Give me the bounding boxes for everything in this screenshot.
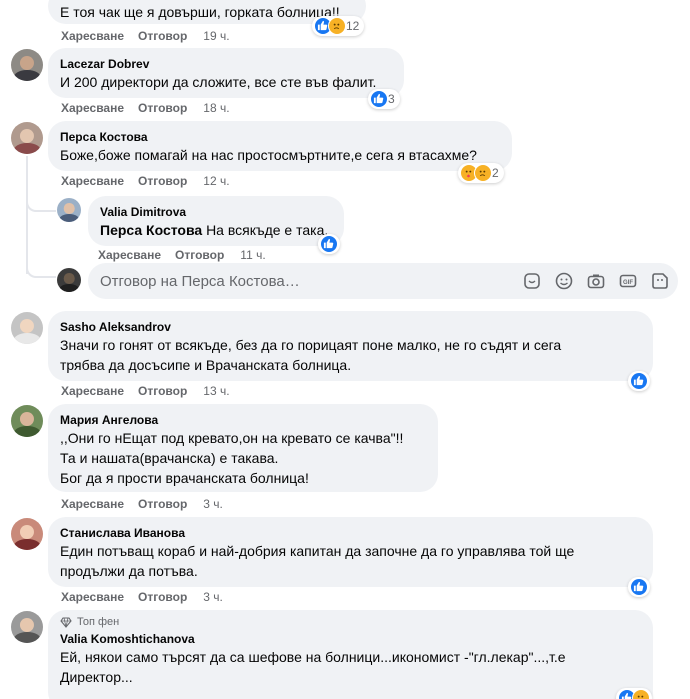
comment-actions: Харесване Отговор 18 ч.	[61, 100, 230, 116]
avatar-sticker-icon[interactable]	[650, 271, 670, 291]
comment-text: Директор...	[60, 669, 133, 685]
comment-actions: Харесване Отговор 11 ч.	[98, 247, 266, 263]
like-button[interactable]: Харесване	[61, 384, 124, 398]
comment-author[interactable]: Valia Dimitrova	[100, 204, 332, 220]
comment-author[interactable]: Мария Ангелова	[60, 412, 426, 428]
comment-text: трябва да досъсипе и Врачанската болница…	[60, 357, 352, 373]
like-icon	[370, 90, 388, 108]
reaction-summary[interactable]	[628, 577, 650, 597]
reply-button[interactable]: Отговор	[138, 497, 187, 511]
sticker-icon[interactable]	[522, 271, 542, 291]
comment-author[interactable]: Станислава Иванова	[60, 525, 641, 541]
comment-time[interactable]: 3 ч.	[203, 590, 223, 604]
like-button[interactable]: Харесване	[61, 497, 124, 511]
comment-text: Един потъващ кораб и най-добрия капитан …	[60, 543, 575, 559]
reply-button[interactable]: Отговор	[138, 590, 187, 604]
avatar[interactable]	[11, 405, 43, 437]
comment-text: продължи да потъва.	[60, 563, 198, 579]
diamond-icon	[60, 616, 72, 628]
comment-time[interactable]: 19 ч.	[203, 29, 229, 43]
thread-connector	[26, 190, 56, 212]
avatar[interactable]	[57, 268, 81, 292]
comment-time[interactable]: 12 ч.	[203, 174, 229, 188]
reaction-summary[interactable]: 3	[368, 89, 400, 109]
comment-bubble: Sasho Aleksandrov Значи го гонят от всяк…	[48, 311, 653, 381]
reaction-summary[interactable]: 12	[312, 16, 365, 36]
sad-icon	[328, 17, 346, 35]
sad-icon	[632, 689, 650, 699]
mention-link[interactable]: Перса Костова	[100, 222, 202, 238]
comment-author[interactable]: Lacezar Dobrev	[60, 56, 392, 72]
reply-button[interactable]: Отговор	[138, 101, 187, 115]
comment-bubble: Мария Ангелова ,,Они го нЕщат под креват…	[48, 404, 438, 492]
reaction-summary[interactable]	[318, 234, 340, 254]
like-button[interactable]: Харесване	[61, 590, 124, 604]
comment-text: Та и нашата(врачанска) е такава.	[60, 450, 279, 466]
comment-text: И 200 директори да сложите, все сте във …	[60, 74, 377, 90]
reaction-count: 3	[388, 92, 395, 106]
avatar[interactable]	[11, 518, 43, 550]
like-button[interactable]: Харесване	[61, 101, 124, 115]
top-fan-badge: Топ фен	[60, 616, 641, 628]
reply-placeholder: Отговор на Перса Костова…	[100, 272, 300, 290]
like-button[interactable]: Харесване	[61, 29, 124, 43]
reaction-summary[interactable]	[616, 688, 652, 699]
comment-time[interactable]: 18 ч.	[203, 101, 229, 115]
like-button[interactable]: Харесване	[61, 174, 124, 188]
avatar[interactable]	[57, 198, 81, 222]
avatar[interactable]	[11, 312, 43, 344]
reply-input[interactable]: Отговор на Перса Костова… GIF	[88, 263, 678, 299]
comment-author[interactable]: Valia Komoshtichanova	[60, 631, 641, 647]
comment-actions: Харесване Отговор 3 ч.	[61, 589, 223, 605]
comment-bubble: Lacezar Dobrev И 200 директори да сложит…	[48, 48, 404, 98]
comment-text: Значи го гонят от всякъде, без да го пор…	[60, 337, 562, 353]
sad-icon	[474, 164, 492, 182]
gif-icon[interactable]: GIF	[618, 271, 638, 291]
like-icon	[320, 235, 338, 253]
composer-icons: GIF	[522, 271, 670, 291]
comment-actions: Харесване Отговор 13 ч.	[61, 383, 230, 399]
comment-text: Боже,боже помагай на нас простосмъртните…	[60, 147, 477, 163]
comment-bubble: Перса Костова Боже,боже помагай на нас п…	[48, 121, 512, 171]
comment-time[interactable]: 13 ч.	[203, 384, 229, 398]
comment-actions: Харесване Отговор 12 ч.	[61, 173, 230, 189]
reaction-summary[interactable]: 2	[458, 163, 504, 183]
comment-time[interactable]: 11 ч.	[240, 248, 265, 262]
reaction-count: 12	[346, 19, 360, 33]
comment-bubble: Топ фен Valia Komoshtichanova Ей, някои …	[48, 610, 653, 699]
comment-actions: Харесване Отговор 3 ч.	[61, 496, 223, 512]
like-button[interactable]: Харесване	[98, 248, 161, 262]
thread-line	[26, 156, 28, 274]
badge-label: Топ фен	[77, 616, 120, 628]
reaction-count: 2	[492, 166, 499, 180]
comment-actions: Харесване Отговор 19 ч.	[61, 28, 230, 44]
avatar[interactable]	[11, 49, 43, 81]
comment-text: Бог да я прости врачанската болница!	[60, 470, 309, 486]
avatar[interactable]	[11, 122, 43, 154]
comment-text: Перса Костова На всякъде е така.	[100, 222, 329, 238]
reaction-summary[interactable]	[628, 371, 650, 391]
thread-connector	[26, 262, 56, 278]
comment-text: ,,Они го нЕщат под кревато,он на кревато…	[60, 430, 404, 446]
comment-time[interactable]: 3 ч.	[203, 497, 223, 511]
reply-bubble: Valia Dimitrova Перса Костова На всякъде…	[88, 196, 344, 246]
like-icon	[630, 578, 648, 596]
reply-button[interactable]: Отговор	[138, 174, 187, 188]
reply-button[interactable]: Отговор	[138, 384, 187, 398]
svg-text:GIF: GIF	[623, 280, 633, 286]
comment-author[interactable]: Sasho Aleksandrov	[60, 319, 641, 335]
avatar[interactable]	[11, 611, 43, 643]
comment-text: Ей, някои само търсят да са шефове на бо…	[60, 649, 566, 665]
comment-text: Е тоя чак ще я довърши, горката болница!…	[60, 4, 340, 20]
emoji-icon[interactable]	[554, 271, 574, 291]
like-icon	[630, 372, 648, 390]
comment-bubble: Станислава Иванова Един потъващ кораб и …	[48, 517, 653, 587]
reply-button[interactable]: Отговор	[175, 248, 224, 262]
reply-button[interactable]: Отговор	[138, 29, 187, 43]
camera-icon[interactable]	[586, 271, 606, 291]
comment-author[interactable]: Перса Костова	[60, 129, 500, 145]
